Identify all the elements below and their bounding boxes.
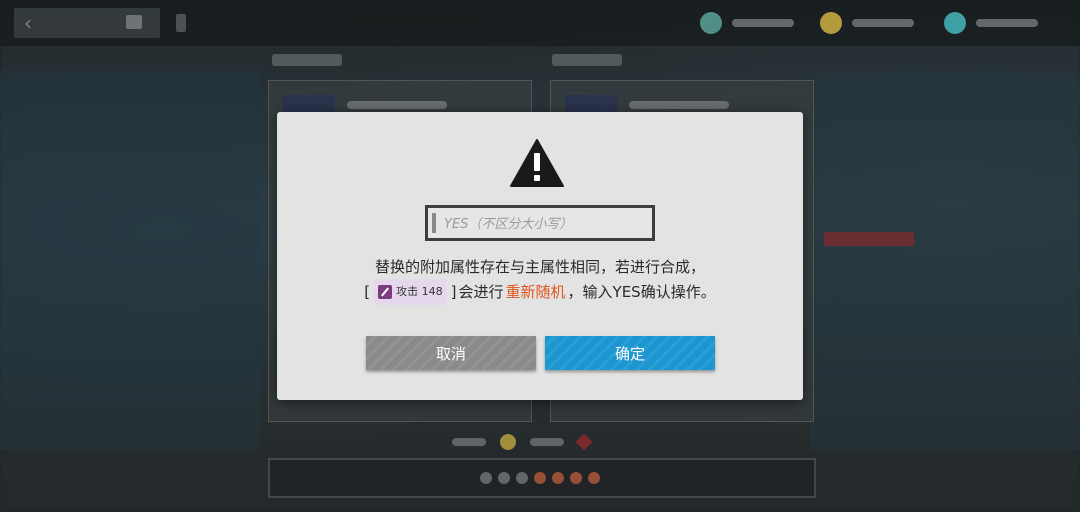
dialog-message: 替换的附加属性存在与主属性相同，若进行合成， [ 攻击 148 ] 会进行 重新…	[277, 255, 803, 305]
cancel-button[interactable]: 取消	[366, 336, 536, 370]
pip	[588, 472, 600, 484]
bottom-bar	[268, 458, 816, 498]
pip	[570, 472, 582, 484]
gem-icon	[575, 433, 593, 451]
currency-3-icon	[944, 12, 966, 34]
menu-icon[interactable]	[176, 14, 186, 32]
attack-stat-icon	[378, 285, 393, 299]
message-part-a: 会进行	[458, 283, 504, 301]
star-pips	[480, 472, 600, 484]
message-line-2: [ 攻击 148 ] 会进行 重新随机 ，输入YES确认操作。	[277, 279, 803, 305]
cost-row	[452, 433, 593, 451]
top-bar: ‹	[0, 0, 1080, 46]
currency-1-amount	[732, 19, 794, 27]
attribute-tag-label: 攻击 148	[396, 285, 443, 298]
currency-3[interactable]	[944, 10, 1038, 36]
currency-1-icon	[700, 12, 722, 34]
pip	[534, 472, 546, 484]
text-cursor	[432, 213, 436, 233]
bracket-close: ]	[450, 283, 457, 301]
currency-1[interactable]	[700, 10, 794, 36]
coin-icon	[500, 434, 516, 450]
currency-3-amount	[976, 19, 1038, 27]
confirm-text-field[interactable]	[425, 205, 655, 241]
left-column-label	[272, 54, 342, 66]
cancel-button-label: 取消	[435, 344, 466, 363]
currency-2-amount	[852, 19, 914, 27]
confirm-input[interactable]	[442, 212, 646, 236]
cost-value	[530, 438, 564, 446]
message-line-1: 替换的附加属性存在与主属性相同，若进行合成，	[374, 258, 705, 276]
back-arrow-icon: ‹	[24, 11, 32, 35]
background-left-panel	[0, 70, 260, 450]
currency-2-icon	[820, 12, 842, 34]
bracket-open: [	[364, 283, 371, 301]
item-name-line	[347, 101, 447, 109]
back-button[interactable]: ‹	[14, 8, 160, 38]
confirm-dialog: 替换的附加属性存在与主属性相同，若进行合成， [ 攻击 148 ] 会进行 重新…	[277, 112, 803, 400]
message-part-b: ，输入YES确认操作。	[567, 283, 716, 301]
right-column-label	[552, 54, 622, 66]
confirm-button[interactable]: 确定	[545, 336, 715, 370]
confirm-button-label: 确定	[614, 344, 645, 363]
cost-label	[452, 438, 486, 446]
home-icon[interactable]	[126, 15, 142, 29]
item-name-line	[629, 101, 729, 109]
background-right-panel	[810, 70, 1080, 450]
pip	[516, 472, 528, 484]
attribute-tag: 攻击 148	[374, 279, 447, 305]
pip	[552, 472, 564, 484]
message-highlight: 重新随机	[505, 283, 566, 301]
background-red-tag	[824, 232, 914, 246]
currency-2[interactable]	[820, 10, 914, 36]
pip	[498, 472, 510, 484]
pip	[480, 472, 492, 484]
warning-triangle-icon	[510, 139, 564, 187]
